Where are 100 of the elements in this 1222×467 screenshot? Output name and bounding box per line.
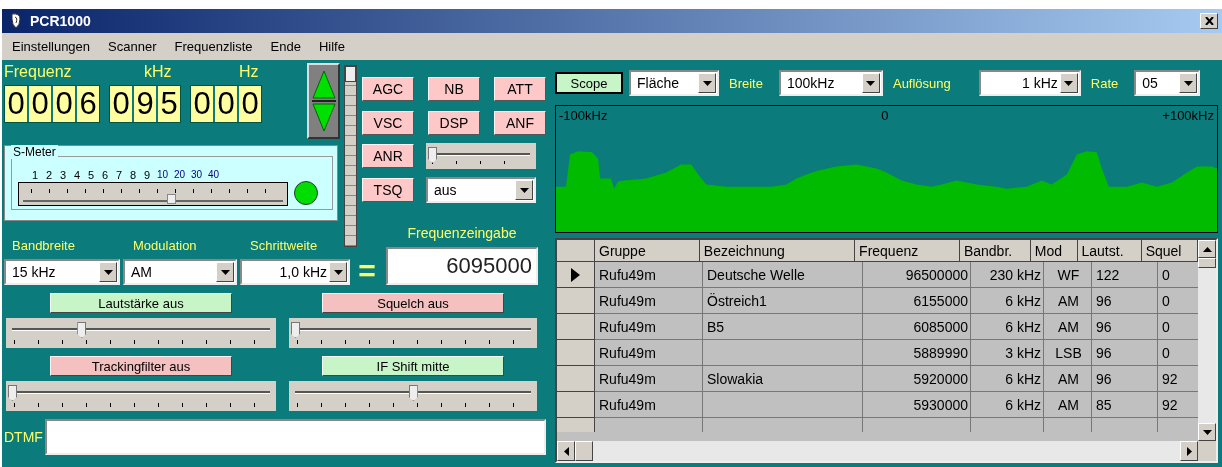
toggle-button[interactable]: Squelch aus: [322, 293, 504, 313]
frequency-digit[interactable]: 0: [53, 86, 75, 122]
toggle-button[interactable]: IF Shift mitte: [322, 356, 504, 376]
scale-label: 2: [44, 168, 54, 182]
function-button[interactable]: AGC: [362, 77, 414, 101]
dropdown[interactable]: 05: [1134, 70, 1201, 96]
menu-item[interactable]: Frequenzliste: [174, 39, 263, 54]
scale-label: 30: [189, 168, 204, 182]
function-button[interactable]: TSQ: [362, 178, 414, 202]
caret-icon: [702, 80, 712, 86]
scope-button[interactable]: Scope: [555, 72, 623, 94]
function-button[interactable]: DSP: [428, 111, 480, 135]
slider-track[interactable]: [426, 143, 536, 169]
column-header[interactable]: Lautst.: [1077, 240, 1142, 262]
dropdown[interactable]: 1,0 kHz: [240, 259, 350, 285]
function-button[interactable]: ANR: [362, 144, 414, 168]
slider-track[interactable]: [6, 381, 276, 411]
frequency-input-label: Frequenzeingabe: [407, 225, 517, 241]
table-cell: AM: [1044, 392, 1092, 418]
caret-icon: [519, 187, 529, 193]
width-label: Breite: [728, 75, 764, 91]
slider-thumb[interactable]: [428, 147, 437, 163]
dropdown[interactable]: 100kHz: [778, 70, 883, 96]
scrollbar-corner: [1198, 441, 1216, 461]
dtmf-field[interactable]: [44, 419, 546, 455]
tune-button[interactable]: [307, 63, 340, 139]
frequency-digit[interactable]: 5: [158, 86, 180, 122]
row-indicator[interactable]: [557, 262, 595, 288]
table-cell: 122: [1092, 262, 1158, 288]
function-button[interactable]: ATT: [494, 77, 546, 101]
vertical-slider[interactable]: [344, 65, 357, 247]
selector-label: Bandbreite: [11, 238, 76, 253]
table-cell: Rufu49m: [595, 366, 703, 392]
frequency-digit[interactable]: 0: [110, 86, 132, 122]
frequency-input[interactable]: 6095000: [386, 247, 538, 285]
close-button[interactable]: [1200, 13, 1218, 29]
column-header[interactable]: Bandbr.: [959, 240, 1031, 262]
table-cell: AM: [1044, 288, 1092, 314]
slider-thumb[interactable]: [8, 385, 17, 401]
table-cell: 5889990: [863, 340, 971, 366]
table-cell: 6 kHz: [971, 392, 1044, 418]
function-button[interactable]: ANF: [494, 111, 546, 135]
current-row-icon: [571, 267, 580, 282]
dropdown[interactable]: AM: [123, 259, 237, 285]
horizontal-scrollbar[interactable]: [557, 441, 1216, 461]
slider-thumb[interactable]: [408, 385, 418, 401]
scroll-left-icon: [563, 446, 569, 456]
dropdown[interactable]: 15 kHz: [4, 259, 120, 285]
menu-item[interactable]: Scanner: [108, 39, 167, 54]
toggle-button[interactable]: Lautstärke aus: [50, 293, 232, 313]
frequency-digit[interactable]: 0: [29, 86, 51, 122]
scale-label: 20: [172, 168, 187, 182]
row-indicator[interactable]: [557, 288, 595, 314]
menu-item[interactable]: Hilfe: [318, 39, 355, 54]
row-indicator[interactable]: [557, 314, 595, 340]
column-header[interactable]: Frequenz: [855, 240, 960, 262]
slider-track[interactable]: [289, 318, 537, 348]
header-corner[interactable]: [557, 240, 595, 262]
caret-icon: [220, 269, 230, 275]
scale-label: 10: [155, 168, 170, 182]
dropdown[interactable]: Fläche: [629, 70, 719, 96]
vertical-scrollbar[interactable]: [1198, 240, 1216, 441]
frequency-digit[interactable]: 0: [239, 86, 261, 122]
row-indicator[interactable]: [557, 392, 595, 418]
function-button[interactable]: NB: [428, 77, 480, 101]
frequency-digit[interactable]: 0: [5, 86, 27, 122]
row-indicator[interactable]: [557, 340, 595, 366]
table-cell: AM: [1044, 366, 1092, 392]
scrollbar-thumb[interactable]: [575, 441, 593, 461]
table-cell: AM: [1044, 314, 1092, 340]
caret-icon: [1183, 80, 1193, 86]
frequency-label: Frequenz: [4, 63, 73, 82]
table-cell: Slowakia: [703, 366, 863, 392]
row-indicator[interactable]: [557, 366, 595, 392]
table-cell: 6 kHz: [971, 366, 1044, 392]
slider-thumb[interactable]: [291, 322, 300, 338]
dropdown[interactable]: 1 kHz: [978, 70, 1081, 96]
column-header[interactable]: Mod: [1030, 240, 1078, 262]
menu-item[interactable]: Ende: [270, 39, 311, 54]
dtmf-label: DTMF: [4, 429, 43, 445]
slider-track[interactable]: [289, 381, 537, 411]
frequency-digit[interactable]: 6: [77, 86, 99, 122]
table-cell: 85: [1092, 392, 1158, 418]
window-title: PCR1000: [30, 13, 91, 29]
function-button[interactable]: VSC: [362, 111, 414, 135]
slider-thumb[interactable]: [77, 322, 87, 338]
frequency-digit[interactable]: 0: [215, 86, 237, 122]
menu-item[interactable]: Einstellungen: [12, 39, 101, 54]
column-header[interactable]: Gruppe: [595, 240, 700, 262]
column-header[interactable]: Squel: [1141, 240, 1198, 262]
frequency-digit[interactable]: 0: [191, 86, 213, 122]
frequency-digit[interactable]: 9: [134, 86, 156, 122]
dropdown[interactable]: aus: [426, 177, 536, 203]
toggle-button[interactable]: Trackingfilter aus: [50, 356, 232, 376]
slider-track[interactable]: [6, 318, 276, 348]
scale-label: 3: [58, 168, 68, 182]
table-cell: 3 kHz: [971, 340, 1044, 366]
column-header[interactable]: Bezeichnung: [699, 240, 856, 262]
scrollbar-thumb[interactable]: [1198, 258, 1216, 268]
slider-thumb[interactable]: [345, 66, 356, 82]
